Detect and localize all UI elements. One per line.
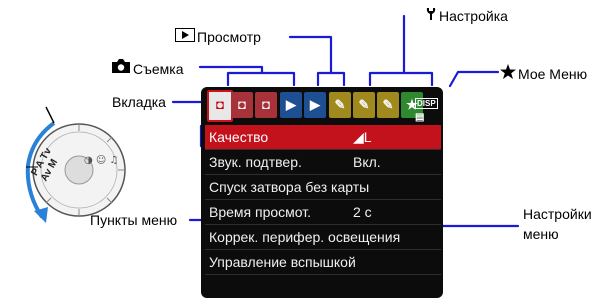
- menu-view-icon: ▤: [415, 112, 425, 123]
- mode-dial: P A Tv Av M ◑ ☺ ♫: [24, 105, 144, 240]
- menu-item-label: Управление вспышкой: [209, 254, 356, 270]
- disp-label: DISP: [415, 98, 438, 109]
- star-icon: [500, 64, 518, 82]
- playback-callout: Просмотр: [175, 28, 261, 45]
- menu-item-value: 2 с: [353, 204, 372, 220]
- playback-label: Просмотр: [197, 29, 261, 45]
- dial-mode-icons: ◑ ☺ ♫: [84, 155, 119, 166]
- my-menu-label: Мое Меню: [518, 66, 588, 82]
- menu-row[interactable]: Спуск затвора без карты: [205, 175, 441, 200]
- menu-item-label: Коррек. перифер. освещения: [209, 229, 401, 245]
- menu-row[interactable]: Управление вспышкой: [205, 250, 441, 275]
- menu-row[interactable]: Качество ◢L: [205, 125, 441, 150]
- menu-item-label: Качество: [209, 129, 269, 145]
- menu-row[interactable]: Коррек. перифер. освещения: [205, 225, 441, 250]
- playback-icon: [175, 28, 197, 45]
- setup-label: Настройка: [439, 8, 508, 24]
- menu-row[interactable]: Время просмот. 2 с: [205, 200, 441, 225]
- tab-setup-7[interactable]: ✎: [353, 92, 375, 118]
- settings-label-line2: меню: [523, 226, 559, 242]
- menu-list: Качество ◢L Звук. подтвер. Вкл. Спуск затвор…: [205, 125, 441, 298]
- setup-callout: Настройка: [425, 7, 508, 24]
- menu-item-value: ◢L: [353, 129, 372, 145]
- shooting-label: Съемка: [133, 61, 184, 77]
- tab-shoot-2[interactable]: ◘: [231, 92, 253, 118]
- disp-indicator: DISP ▤: [415, 97, 439, 123]
- tab-shoot-1[interactable]: ◘: [207, 90, 233, 122]
- settings-callout: Настройки меню: [523, 204, 592, 244]
- menu-row[interactable]: [205, 275, 441, 298]
- settings-label-line1: Настройки: [523, 206, 592, 222]
- tab-setup-8[interactable]: ✎: [377, 92, 399, 118]
- tab-play-5[interactable]: ▶: [304, 92, 326, 118]
- camera-screen: ◘ ◘ ◘ ▶ ▶ ✎ ✎ ✎ ★ DISP ▤ Качество ◢L Звук. подтвер…: [201, 87, 443, 298]
- shooting-callout: Съемка: [111, 58, 184, 77]
- menu-item-label: Звук. подтвер.: [209, 154, 302, 170]
- menu-row[interactable]: Звук. подтвер. Вкл.: [205, 150, 441, 175]
- tab-play-4[interactable]: ▶: [280, 92, 302, 118]
- camera-icon: [111, 58, 133, 77]
- tab-shoot-3[interactable]: ◘: [255, 92, 277, 118]
- my-menu-callout: Мое Меню: [500, 64, 587, 82]
- menu-tab-strip: ◘ ◘ ◘ ▶ ▶ ✎ ✎ ✎ ★: [201, 87, 443, 123]
- menu-item-label: Время просмот.: [209, 204, 312, 220]
- menu-item-label: Спуск затвора без карты: [209, 179, 370, 195]
- menu-item-value: Вкл.: [353, 154, 381, 170]
- wrench-icon: [425, 7, 439, 24]
- tab-setup-6[interactable]: ✎: [329, 92, 351, 118]
